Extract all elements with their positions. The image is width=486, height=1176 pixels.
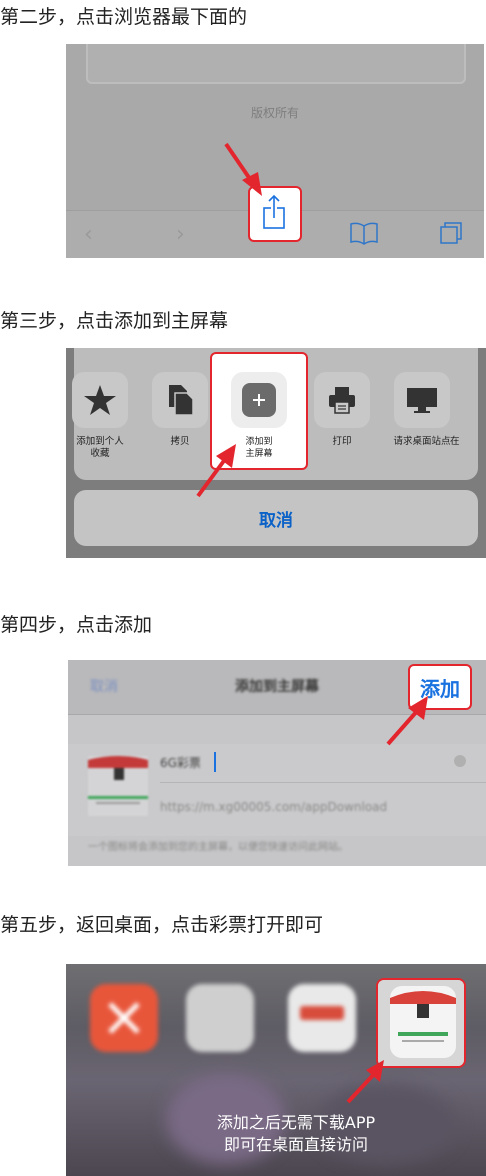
footnote-text: 一个图标将会添加到您的主屏幕，以便您快速访问此网站。 [88,842,348,853]
action-print[interactable]: 打印 [304,372,380,448]
step4-title: 第四步，点击添加 [0,614,153,636]
copy-icon [169,385,194,416]
forward-icon[interactable]: › [176,222,185,247]
text-cursor [214,752,216,772]
shortcut-name-input[interactable]: 6G彩票 [160,754,201,771]
pointer-arrow [196,444,236,498]
app-icon-folder[interactable] [186,984,254,1052]
shortcut-url: https://m.xg00005.com/appDownload [160,800,388,814]
caption-line-1: 添加之后无需下载APP [216,1113,376,1132]
pointer-arrow [346,1060,384,1104]
action-more[interactable]: 在 [450,372,486,448]
copyright-text: 版权所有 [250,106,299,120]
star-icon [84,385,116,415]
printer-icon [329,387,355,414]
app-icon-red[interactable] [90,984,158,1052]
step3-screenshot: 添加到个人 收藏 拷贝 添加到 主屏幕 打印 请求桌面站点 在 取消 [66,348,486,558]
action-copy[interactable]: 拷贝 [142,372,218,448]
action-label: 请求桌面站点 [393,436,451,447]
step5-title: 第五步，返回桌面，点击彩票打开即可 [0,914,324,936]
divider [160,782,486,783]
pointer-arrow [224,142,262,196]
clear-icon[interactable] [454,755,466,767]
action-request-desktop[interactable]: 请求桌面站点 [384,372,460,448]
caption-line-2: 即可在桌面直接访问 [223,1135,368,1154]
page-card [86,44,466,84]
action-label: 在 [450,436,460,447]
pointer-arrow [386,696,428,746]
action-add-favorite[interactable]: 添加到个人 收藏 [66,372,138,460]
app-icon-lottery-other[interactable] [288,984,356,1052]
back-icon[interactable]: ‹ [84,222,93,247]
tabs-icon[interactable] [436,218,466,248]
step2-screenshot: 版权所有 ‹ › [66,44,484,258]
plus-icon [242,383,276,417]
step2-title: 第二步，点击浏览器最下面的 [0,6,248,28]
step5-screenshot: 添加之后无需下载APP 即可在桌面直接访问 [66,964,486,1176]
lottery-app-icon[interactable] [376,978,466,1068]
caption: 添加之后无需下载APP 即可在桌面直接访问 [166,1112,426,1156]
step4-screenshot: 取消 添加到主屏幕 添加 6G彩票 https://m.xg00005.com/… [68,660,486,866]
action-label: 打印 [332,436,352,447]
action-label: 添加到个人 收藏 [76,436,124,459]
bookmarks-icon[interactable] [348,220,380,246]
cancel-button[interactable]: 取消 [74,490,478,546]
lottery-icon [378,980,464,1066]
app-thumbnail-icon [88,756,148,816]
desktop-icon [407,388,437,413]
step3-title: 第三步，点击添加到主屏幕 [0,310,229,332]
